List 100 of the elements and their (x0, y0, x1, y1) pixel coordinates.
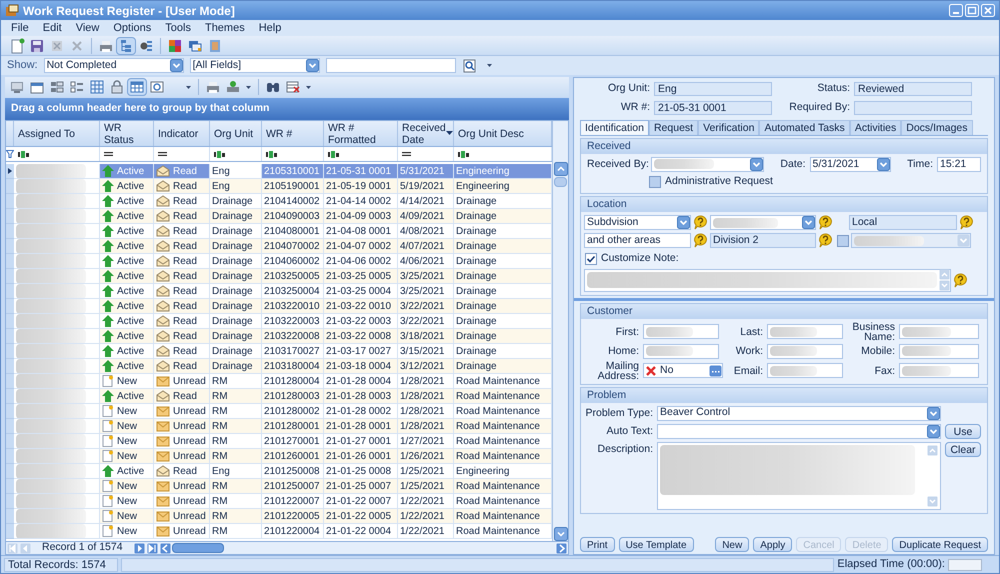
table-row[interactable]: New Unread RM 2101260001 21-01-26 0001 1/26/2021 Road Maintenance (6, 449, 552, 464)
tab[interactable]: Docs/Images (901, 120, 973, 134)
text-field[interactable] (767, 324, 843, 340)
text-field[interactable] (643, 344, 719, 359)
table-row[interactable]: Active Read Drainage 2103250004 21-03-25 0004 3/25/2021 Drainage (6, 284, 552, 299)
action-button[interactable]: Duplicate Request (892, 537, 988, 552)
dropdown-button-icon[interactable] (927, 406, 940, 420)
dropdown-caret-icon[interactable] (245, 84, 252, 90)
problem-type-dropdown[interactable]: Beaver Control (657, 406, 941, 421)
text-field[interactable] (899, 344, 979, 359)
table-row[interactable]: Active Read Drainage 2103180004 21-03-18 0004 3/12/2021 Drainage (6, 359, 552, 374)
scroll-right-icon[interactable] (556, 542, 567, 554)
text-filter-icon[interactable] (214, 150, 225, 158)
help-icon[interactable] (818, 215, 833, 230)
spin-down-icon[interactable] (939, 280, 950, 292)
menu-item[interactable]: File (11, 20, 29, 36)
text-filter-icon[interactable] (328, 150, 339, 158)
column-header[interactable]: WR # (262, 121, 324, 146)
table-row[interactable]: Active Read Drainage 2103220008 21-03-22 0008 3/18/2021 Drainage (6, 329, 552, 344)
use-button[interactable]: Use (945, 424, 981, 439)
dropdown-button-icon[interactable] (877, 158, 890, 171)
text-filter-icon[interactable] (18, 150, 29, 158)
text-filter-icon[interactable] (458, 150, 469, 158)
table-row[interactable]: Active Read Eng 2101250008 21-01-25 0008 1/25/2021 Engineering (6, 464, 552, 479)
checkbox[interactable] (837, 234, 849, 246)
table-row[interactable]: Active Read Drainage 2104080001 21-04-08 0001 4/08/2021 Drainage (6, 224, 552, 239)
column-header[interactable]: Org Unit (210, 121, 262, 146)
checkbox[interactable] (585, 252, 597, 265)
help-icon[interactable] (953, 272, 968, 288)
column-header[interactable]: WR # Formatted (324, 121, 398, 146)
dropdown-caret-icon[interactable] (185, 84, 192, 90)
scroll-thumb[interactable] (172, 543, 224, 553)
table-row[interactable]: New Unread RM 2101220007 21-01-22 0007 1/22/2021 Road Maintenance (6, 494, 552, 509)
text-field[interactable] (767, 344, 843, 359)
table-row[interactable]: Active Read Drainage 2104070002 21-04-07 0002 4/07/2021 Drainage (6, 239, 552, 254)
tab[interactable]: Identification (580, 120, 649, 134)
table-row[interactable]: New Unread RM 2101280001 21-01-28 0001 1/28/2021 Road Maintenance (6, 419, 552, 434)
row-selector[interactable] (6, 164, 14, 179)
column-header[interactable]: WR Status (100, 121, 154, 146)
maximize-icon[interactable] (965, 4, 979, 17)
text-filter-icon[interactable] (266, 150, 277, 158)
date-picker[interactable]: 5/31/2021 (810, 156, 892, 172)
help-icon[interactable] (693, 215, 708, 230)
menu-item[interactable]: Tools (165, 20, 191, 36)
time-field[interactable]: 15:21 (937, 156, 981, 172)
equals-filter-icon[interactable] (402, 152, 411, 156)
table-row[interactable]: New Unread RM 2101280002 21-01-28 0002 1/28/2021 Road Maintenance (6, 404, 552, 419)
search-field[interactable] (326, 58, 456, 73)
table-row[interactable]: New Unread RM 2101220004 21-01-22 0004 1/22/2021 Road Maintenance (6, 524, 552, 539)
menu-item[interactable]: Options (113, 20, 152, 36)
dropdown-button-icon[interactable] (306, 59, 319, 72)
scroll-left-icon[interactable] (160, 542, 171, 554)
table-row[interactable]: Active Read Drainage 2103220010 21-03-22 0010 3/22/2021 Drainage (6, 299, 552, 314)
vertical-scrollbar[interactable] (552, 121, 568, 541)
table-row[interactable]: Active Read Drainage 2103220003 21-03-22 0003 3/22/2021 Drainage (6, 314, 552, 329)
scroll-thumb[interactable] (554, 177, 567, 187)
received-by-dropdown[interactable] (651, 156, 764, 172)
table-row[interactable]: New Unread RM 2101250007 21-01-25 0007 1/25/2021 Road Maintenance (6, 479, 552, 494)
scroll-down-icon[interactable] (554, 527, 568, 541)
area-note-field[interactable]: and other areas (584, 233, 691, 248)
dropdown-button-icon[interactable] (170, 59, 183, 72)
tab[interactable]: Automated Tasks (759, 120, 850, 134)
last-record-icon[interactable] (146, 542, 158, 554)
table-row[interactable]: New Unread RM 2101270001 21-01-27 0001 1/27/2021 Road Maintenance (6, 434, 552, 449)
table-row[interactable]: Active Read RM 2101280003 21-01-28 0003 1/28/2021 Road Maintenance (6, 389, 552, 404)
auto-text-dropdown[interactable] (657, 424, 941, 439)
action-button[interactable]: New (715, 537, 750, 552)
text-field[interactable] (899, 324, 979, 340)
tree-view-icon[interactable] (116, 36, 136, 54)
help-icon[interactable] (693, 233, 708, 248)
scroll-up-icon[interactable] (554, 162, 568, 176)
area-type-dropdown[interactable]: Subdvision (584, 215, 691, 230)
close-icon[interactable] (981, 4, 995, 17)
table-icon[interactable] (127, 78, 147, 96)
checkbox[interactable] (649, 176, 661, 188)
menu-item[interactable]: Edit (42, 20, 62, 36)
menu-item[interactable]: View (76, 20, 100, 36)
table-row[interactable]: Active Read Eng 2105310001 21-05-31 0001 5/31/2021 Engineering (6, 164, 552, 179)
text-field[interactable] (643, 324, 719, 340)
division-field[interactable]: Division 2 (710, 233, 816, 248)
dropdown-button-icon[interactable] (750, 158, 764, 171)
help-icon[interactable] (818, 233, 833, 248)
column-header[interactable]: Received Date (398, 121, 454, 146)
filter-dropdown[interactable]: Not Completed (44, 58, 184, 73)
menu-item[interactable]: Help (258, 20, 282, 36)
clear-button[interactable]: Clear (945, 442, 981, 457)
spin-up-icon[interactable] (939, 269, 950, 280)
table-row[interactable]: Active Read Drainage 2103250005 21-03-25 0005 3/25/2021 Drainage (6, 269, 552, 284)
filter-icon[interactable] (6, 150, 14, 158)
table-row[interactable]: New Unread RM 2101280004 21-01-28 0004 1/28/2021 Road Maintenance (6, 374, 552, 389)
action-button[interactable]: Print (580, 537, 615, 552)
table-row[interactable]: Active Read Drainage 2104060002 21-04-06 0002 4/06/2021 Drainage (6, 254, 552, 269)
help-icon[interactable] (959, 215, 974, 230)
dropdown-button-icon[interactable] (802, 216, 815, 229)
text-field[interactable] (899, 363, 979, 378)
dropdown-caret-icon[interactable] (486, 62, 493, 69)
table-row[interactable]: Active Read Drainage 2103170027 21-03-17 0027 3/15/2021 Drainage (6, 344, 552, 359)
local-field[interactable]: Local (849, 215, 957, 230)
area-dropdown[interactable] (710, 215, 816, 230)
next-record-icon[interactable] (134, 542, 145, 554)
